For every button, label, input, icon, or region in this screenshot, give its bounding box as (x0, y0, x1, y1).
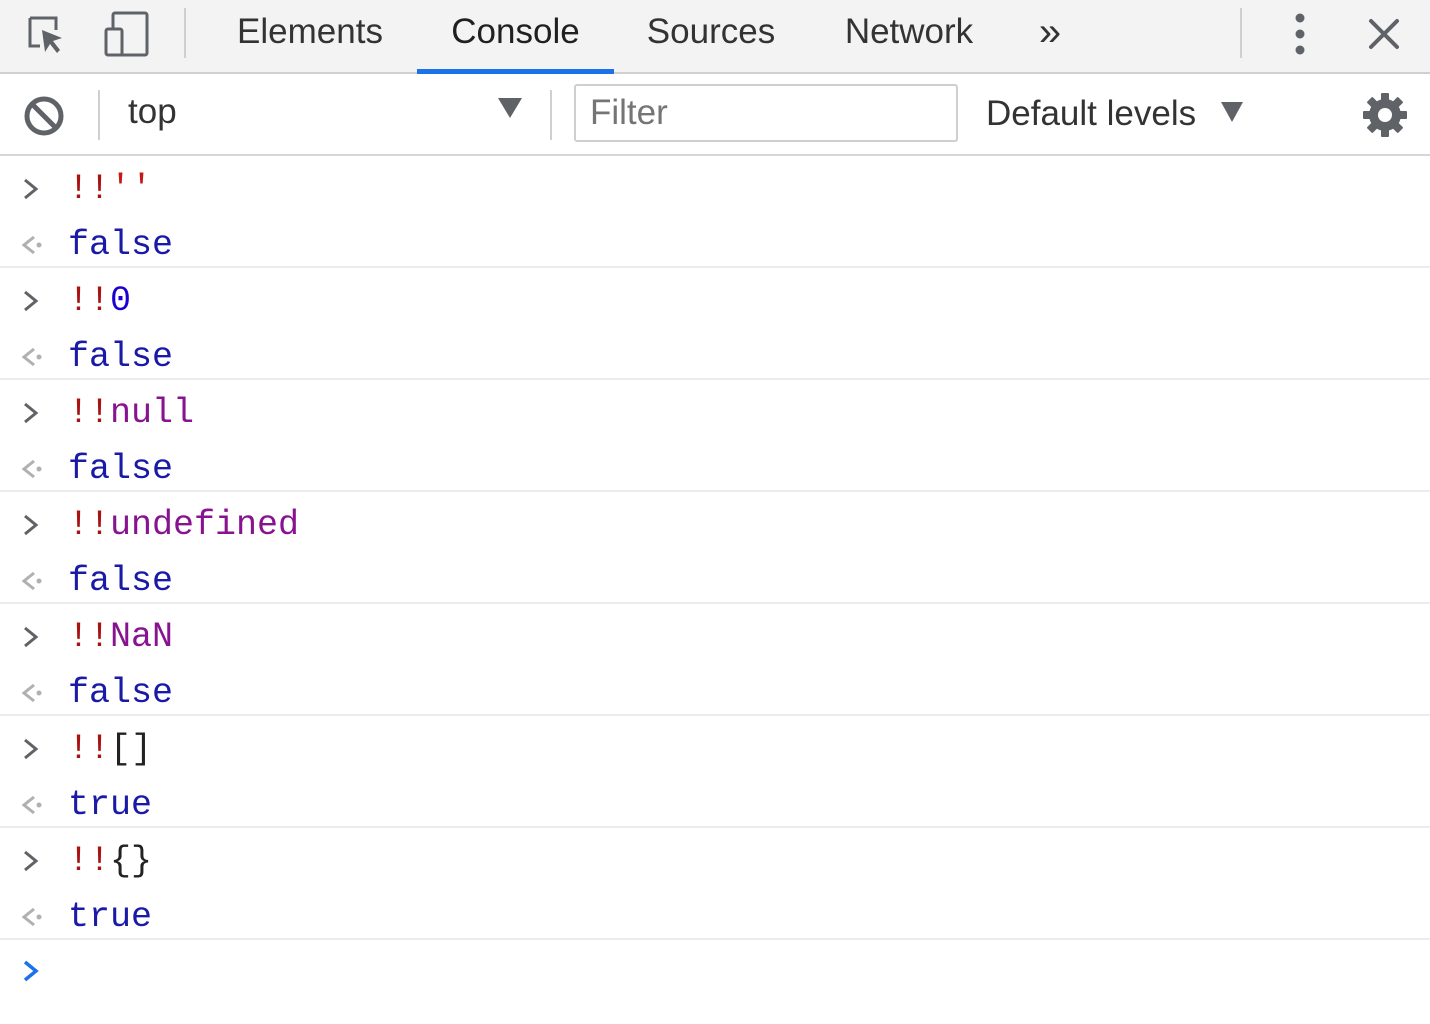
operand: null (110, 393, 195, 433)
console-result-value: false (68, 449, 174, 489)
console-input-text: !!0 (68, 280, 131, 322)
console-result-line[interactable]: false (0, 328, 1430, 384)
console-result-line[interactable]: false (0, 552, 1430, 608)
input-prompt-icon (24, 402, 39, 424)
toolbar-divider (184, 8, 186, 58)
console-result-value: false (68, 561, 174, 601)
console-result-value: false (68, 673, 174, 713)
clear-console-icon[interactable] (22, 94, 66, 138)
console-input-line[interactable]: !!0 (0, 272, 1430, 328)
console-input-line[interactable]: !!'' (0, 160, 1430, 216)
console-input-text: !!'' (68, 168, 152, 210)
operand: [] (110, 729, 153, 769)
filter-input[interactable] (574, 84, 958, 142)
input-prompt-icon (24, 290, 39, 312)
console-entry: !![] true (0, 716, 1430, 828)
negation-operator: !! (68, 393, 111, 433)
console-result-line[interactable]: false (0, 664, 1430, 720)
console-result-line[interactable]: false (0, 216, 1430, 272)
console-input-text: !!{} (68, 840, 152, 882)
active-prompt-icon (23, 960, 39, 982)
chevron-down-icon (1221, 102, 1243, 122)
negation-operator: !! (68, 617, 111, 657)
result-arrow-icon (21, 795, 42, 815)
console-input-text: !!NaN (68, 616, 173, 658)
result-arrow-icon (21, 347, 42, 367)
result-arrow-icon (21, 683, 42, 703)
console-input-text: !!undefined (68, 504, 299, 546)
context-selector-label: top (128, 92, 177, 131)
input-prompt-icon (24, 738, 39, 760)
toolbar-divider (98, 90, 100, 140)
chevron-down-icon (498, 98, 522, 118)
negation-operator: !! (68, 169, 111, 209)
console-result-value: true (68, 897, 153, 937)
input-prompt-icon (24, 850, 39, 872)
console-input-line[interactable]: !!undefined (0, 496, 1430, 552)
console-entry: !!{} true (0, 828, 1430, 940)
console-prompt-input[interactable] (0, 940, 1430, 1000)
negation-operator: !! (68, 281, 111, 321)
console-toolbar: top Default levels (0, 74, 1430, 156)
input-prompt-icon (24, 626, 39, 648)
tabs-overflow-button[interactable]: » (1022, 0, 1078, 72)
console-entry: !!'' false (0, 156, 1430, 268)
result-arrow-icon (21, 571, 42, 591)
console-result-value: true (68, 785, 153, 825)
operand: NaN (110, 617, 174, 657)
operand: '' (110, 169, 153, 209)
devtools-tab-bar: Elements Console Sources Network » (0, 0, 1430, 74)
console-entry: !!NaN false (0, 604, 1430, 716)
tab-console[interactable]: Console (417, 0, 614, 72)
console-input-line[interactable]: !!null (0, 384, 1430, 440)
console-result-line[interactable]: true (0, 776, 1430, 832)
input-prompt-icon (24, 514, 39, 536)
console-result-line[interactable]: false (0, 440, 1430, 496)
negation-operator: !! (68, 505, 111, 545)
console-entry: !!undefined false (0, 492, 1430, 604)
console-messages: !!'' false !!0 false !!null false !!unde… (0, 156, 1430, 1024)
result-arrow-icon (21, 235, 42, 255)
toolbar-divider (550, 90, 552, 140)
operand: undefined (110, 505, 300, 545)
log-levels-label: Default levels (986, 94, 1197, 133)
console-entry: !!0 false (0, 268, 1430, 380)
console-input-text: !!null (68, 392, 194, 434)
kebab-menu-icon[interactable] (1272, 8, 1328, 60)
console-input-line[interactable]: !!NaN (0, 608, 1430, 664)
console-result-line[interactable]: true (0, 888, 1430, 944)
negation-operator: !! (68, 841, 111, 881)
inspect-element-icon[interactable] (16, 8, 72, 60)
console-input-line[interactable]: !!{} (0, 832, 1430, 888)
toolbar-divider (1240, 8, 1242, 58)
tab-elements[interactable]: Elements (220, 0, 400, 72)
operand: 0 (110, 281, 132, 321)
close-icon[interactable] (1356, 8, 1412, 60)
operand: {} (110, 841, 153, 881)
device-toolbar-icon[interactable] (98, 8, 154, 60)
gear-icon[interactable] (1362, 92, 1408, 138)
console-input-line[interactable]: !![] (0, 720, 1430, 776)
tab-sources[interactable]: Sources (630, 0, 792, 72)
negation-operator: !! (68, 729, 111, 769)
console-result-value: false (68, 225, 174, 265)
result-arrow-icon (21, 907, 42, 927)
tab-network[interactable]: Network (826, 0, 992, 72)
console-result-value: false (68, 337, 174, 377)
result-arrow-icon (21, 459, 42, 479)
console-entry: !!null false (0, 380, 1430, 492)
console-input-text: !![] (68, 728, 152, 770)
input-prompt-icon (24, 178, 39, 200)
